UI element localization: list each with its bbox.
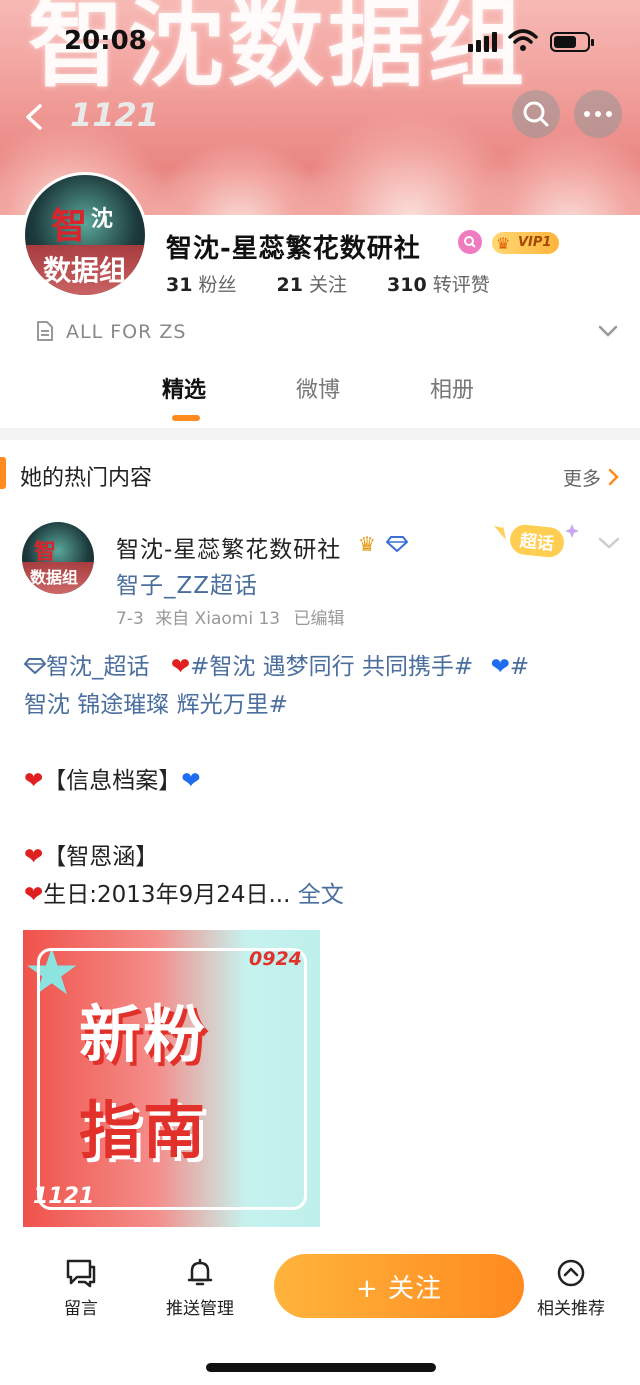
- post-meta: 7-3 来自 Xiaomi 13 已编辑: [116, 604, 345, 629]
- more-link[interactable]: 更多: [563, 464, 601, 491]
- chevron-down-icon[interactable]: [598, 324, 618, 338]
- post-image[interactable]: ★ 0924 新粉 指南 1121: [23, 930, 320, 1227]
- avatar-glyph: 沈: [91, 206, 114, 232]
- super-topic-badge[interactable]: 超话: [490, 518, 586, 562]
- vip-label: VIP1: [518, 235, 552, 250]
- search-icon: [523, 101, 549, 127]
- fans-count: 31: [166, 274, 193, 296]
- following-stat[interactable]: 21 关注: [277, 274, 347, 296]
- search-button[interactable]: [512, 90, 560, 138]
- comment-button[interactable]: 留言: [50, 1258, 112, 1319]
- avatar-glyph: 智: [51, 205, 88, 247]
- red-heart-icon: ❤: [24, 844, 44, 870]
- blue-heart-icon: ❤: [181, 768, 201, 794]
- following-count: 21: [276, 274, 303, 296]
- chevron-down-icon[interactable]: [598, 536, 620, 550]
- birthday-line: 生日:2013年9月24日...: [43, 882, 291, 908]
- diamond-icon: [386, 536, 408, 552]
- hot-content-title: 她的热门内容: [20, 466, 153, 491]
- expand-link[interactable]: 全文: [298, 882, 344, 908]
- tab-album[interactable]: 相册: [430, 372, 474, 404]
- post-time: 7-3: [116, 609, 144, 629]
- more-options-button[interactable]: [574, 90, 622, 138]
- post-edited: 已编辑: [293, 609, 345, 629]
- image-title-line1: 新粉: [79, 998, 208, 1071]
- profile-bio[interactable]: ALL FOR ZS: [36, 320, 186, 343]
- image-signature: 1121: [33, 1184, 95, 1209]
- image-number: 0924: [249, 948, 302, 970]
- profile-avatar[interactable]: 智 沈 数据组: [22, 172, 148, 298]
- crown-icon: ♛: [496, 234, 511, 253]
- bottom-action-bar: 留言 推送管理 + 关注 相关推荐: [0, 1238, 640, 1385]
- vip-badge[interactable]: ♛ VIP1: [492, 232, 560, 254]
- red-heart-icon: ❤: [24, 768, 44, 794]
- bio-text: ALL FOR ZS: [66, 321, 187, 343]
- status-bar: 20:08: [0, 18, 640, 66]
- diamond-icon: [24, 658, 46, 674]
- blue-heart-icon: ❤: [490, 654, 510, 680]
- chevron-up-circle-icon: [557, 1259, 585, 1287]
- tab-featured[interactable]: 精选: [162, 372, 206, 404]
- status-time: 20:08: [64, 26, 147, 56]
- wifi-icon: [508, 29, 538, 51]
- post-author-avatar[interactable]: 智 数据组: [22, 522, 94, 594]
- push-management-button[interactable]: 推送管理: [160, 1258, 240, 1319]
- profile-page: 智沈数据组 1121 20:08 智 沈 数据组 智沈-星蕊繁花数研社 ♛ VI…: [0, 0, 640, 1385]
- battery-icon: [550, 32, 594, 52]
- comment-label: 留言: [64, 1299, 98, 1319]
- post-author-name[interactable]: 智沈-星蕊繁花数研社: [116, 530, 341, 564]
- profile-stats: 31 粉丝 21 关注 310 转评赞: [166, 270, 524, 297]
- follow-button[interactable]: + 关注: [274, 1254, 524, 1318]
- tab-indicator: [172, 415, 200, 421]
- post-source: 来自 Xiaomi 13: [155, 609, 281, 629]
- hashtag-link[interactable]: 智沈 锦途璀璨 辉光万里#: [24, 692, 288, 718]
- hashtag-link[interactable]: #智沈 遇梦同行 共同携手#: [190, 654, 473, 680]
- following-label: 关注: [308, 274, 347, 296]
- profile-name: 智沈-星蕊繁花数研社: [166, 234, 421, 264]
- red-heart-icon: ❤: [24, 882, 44, 908]
- fans-stat[interactable]: 31 粉丝: [166, 274, 236, 296]
- avatar-glyph: 数据组: [43, 254, 128, 287]
- post-body: 智沈_超话 ❤#智沈 遇梦同行 共同携手# ❤# 智沈 锦途璀璨 辉光万里# ❤…: [24, 648, 624, 914]
- section-accent-bar: [0, 457, 6, 489]
- comment-icon: [66, 1259, 96, 1288]
- more-dots-icon: [584, 111, 612, 117]
- info-heading: 【信息档案】: [43, 768, 182, 794]
- document-icon: [37, 321, 53, 341]
- name-line: 【智恩涵】: [43, 844, 159, 870]
- image-title-line2: 指南: [79, 1094, 208, 1167]
- section-divider: [0, 428, 640, 440]
- avatar-glyph: 数据组: [30, 568, 79, 587]
- red-heart-icon: ❤: [170, 654, 191, 680]
- verified-search-icon[interactable]: [458, 230, 482, 254]
- hashtag-link-start[interactable]: #: [510, 654, 529, 680]
- bell-icon: [187, 1258, 213, 1286]
- banner-tag: 1121: [70, 96, 160, 134]
- tab-weibo[interactable]: 微博: [296, 372, 340, 404]
- push-label: 推送管理: [166, 1299, 234, 1319]
- home-indicator[interactable]: [206, 1363, 436, 1372]
- related-recommend-button[interactable]: 相关推荐: [534, 1258, 608, 1319]
- cellular-signal-icon: [468, 32, 500, 52]
- avatar-glyph: 智: [34, 539, 57, 565]
- interactions-count: 310: [387, 274, 427, 296]
- fans-label: 粉丝: [198, 274, 237, 296]
- related-label: 相关推荐: [537, 1299, 605, 1319]
- interactions-stat[interactable]: 310 转评赞: [387, 274, 490, 296]
- interactions-label: 转评赞: [432, 274, 490, 296]
- back-arrow-icon[interactable]: [24, 104, 44, 130]
- super-topic-label: 超话: [519, 530, 555, 554]
- post-topic[interactable]: 智子_ZZ超话: [116, 566, 258, 600]
- chevron-right-icon[interactable]: [608, 468, 620, 486]
- topic-link[interactable]: 智沈_超话: [46, 654, 150, 680]
- crown-icon: ♛: [358, 532, 376, 556]
- profile-tabs: 精选 微博 相册: [0, 372, 640, 412]
